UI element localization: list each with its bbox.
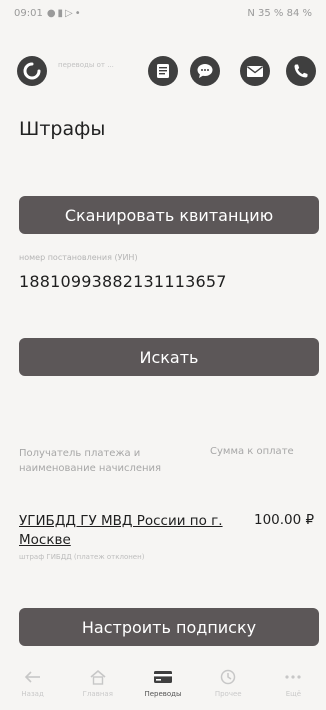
transfers-icon [152,668,174,686]
status-left: 09:01 ●▮▷• [14,8,83,19]
phone-icon[interactable] [286,56,316,86]
status-icons: ●▮▷• [46,7,83,19]
scan-receipt-button[interactable]: Сканировать квитанцию [19,196,319,234]
status-bar: 09:01 ●▮▷• N 35 % 84 % [0,0,326,26]
search-button-label: Искать [139,347,199,367]
nav-item-more[interactable]: Ещё [261,662,326,710]
fine-amount: 100.00 ₽ [254,512,315,528]
other-icon [217,668,239,686]
more-icon [282,668,304,686]
nav-label-transfers: Переводы [144,690,182,698]
notes-icon[interactable] [148,56,178,86]
nav-label-other: Прочее [214,690,242,698]
page-title: Штрафы [19,118,106,140]
home-icon [87,668,109,686]
logo-subtitle: переводы от ... [58,61,114,69]
recipient-column-header: Получатель платежа и наименование начисл… [19,448,162,474]
status-right: N 35 % 84 % [247,7,312,19]
scan-receipt-label: Сканировать квитанцию [64,205,274,225]
resolution-number-label: номер постановления (УИН) [19,253,138,262]
setup-subscription-button[interactable]: Настроить подписку [19,608,319,646]
fine-recipient-link[interactable]: УГИБДД ГУ МВД России по г. Москве [19,512,229,550]
bank-logo-icon[interactable] [17,56,47,86]
top-bar: переводы от ... [0,44,326,100]
fine-status-note: штраф ГИБДД (платеж отклонен) [19,553,145,561]
bottom-nav: Назад Главная Переводы Прочее Ещё [0,662,326,710]
setup-subscription-label: Настроить подписку [81,617,257,637]
nav-item-transfers[interactable]: Переводы [130,662,195,710]
nav-label-back: Назад [21,690,44,698]
chat-icon[interactable] [190,56,220,86]
nav-item-back[interactable]: Назад [0,662,65,710]
nav-label-more: Ещё [285,690,302,698]
nav-label-home: Главная [82,690,113,698]
back-icon [22,668,44,686]
resolution-number-input[interactable]: 18810993882131113657 [19,272,227,291]
search-button[interactable]: Искать [19,338,319,376]
nav-item-home[interactable]: Главная [65,662,130,710]
amount-column-header: Сумма к оплате [210,446,294,457]
mail-icon[interactable] [240,56,270,86]
nav-item-other[interactable]: Прочее [196,662,261,710]
status-time: 09:01 [14,7,43,19]
